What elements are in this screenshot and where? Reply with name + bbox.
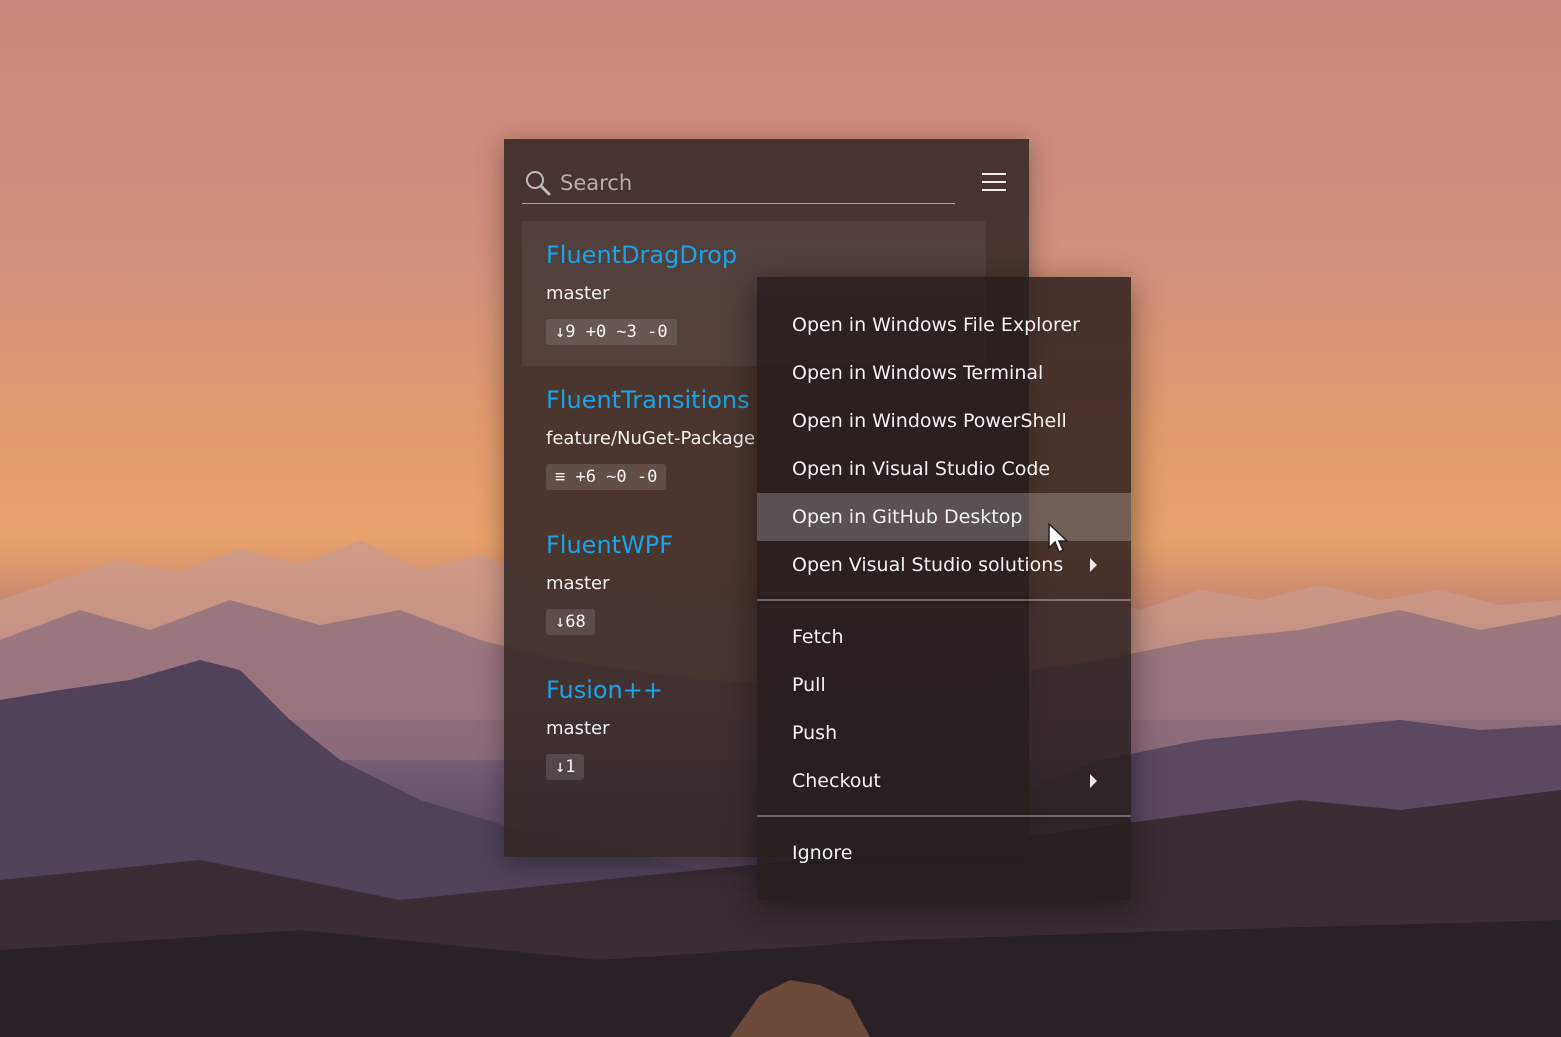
context-menu: Open in Windows File Explorer Open in Wi… <box>757 277 1131 900</box>
repo-status-badge: ↓9 +0 ~3 -0 <box>546 319 677 345</box>
menu-open-file-explorer[interactable]: Open in Windows File Explorer <box>757 301 1131 349</box>
menu-separator <box>757 599 1131 601</box>
search-icon <box>526 171 551 196</box>
search-bar <box>522 165 955 204</box>
repo-branch: master <box>546 718 610 739</box>
desktop-wallpaper: FluentDragDrop master ↓9 +0 ~3 -0 Fluent… <box>0 0 1561 1037</box>
repo-name: FluentDragDrop <box>546 241 738 269</box>
menu-open-powershell[interactable]: Open in Windows PowerShell <box>757 397 1131 445</box>
menu-item-label: Open Visual Studio solutions <box>792 554 1064 576</box>
chevron-right-icon <box>1090 774 1097 788</box>
menu-item-label: Checkout <box>792 770 881 792</box>
repo-branch: master <box>546 283 610 304</box>
menu-ignore[interactable]: Ignore <box>757 829 1131 877</box>
repo-name: FluentWPF <box>546 531 674 559</box>
menu-fetch[interactable]: Fetch <box>757 613 1131 661</box>
repo-name: FluentTransitions <box>546 386 750 414</box>
menu-open-vs-solutions[interactable]: Open Visual Studio solutions <box>757 541 1131 589</box>
hamburger-menu-icon[interactable] <box>982 169 1006 195</box>
menu-open-github-desktop[interactable]: Open in GitHub Desktop <box>757 493 1131 541</box>
menu-separator <box>757 815 1131 817</box>
repo-status-badge: ↓68 <box>546 609 595 635</box>
mouse-cursor-icon <box>1048 523 1069 554</box>
repo-status-badge: ≡ +6 ~0 -0 <box>546 464 667 490</box>
menu-push[interactable]: Push <box>757 709 1131 757</box>
repo-branch: master <box>546 573 610 594</box>
repo-status-badge: ↓1 <box>546 754 585 780</box>
repo-name: Fusion++ <box>546 676 663 704</box>
chevron-right-icon <box>1090 558 1097 572</box>
menu-pull[interactable]: Pull <box>757 661 1131 709</box>
menu-checkout[interactable]: Checkout <box>757 757 1131 805</box>
menu-open-windows-terminal[interactable]: Open in Windows Terminal <box>757 349 1131 397</box>
repo-branch: feature/NuGet-Package <box>546 428 756 449</box>
menu-open-vscode[interactable]: Open in Visual Studio Code <box>757 445 1131 493</box>
search-input[interactable] <box>558 167 952 199</box>
